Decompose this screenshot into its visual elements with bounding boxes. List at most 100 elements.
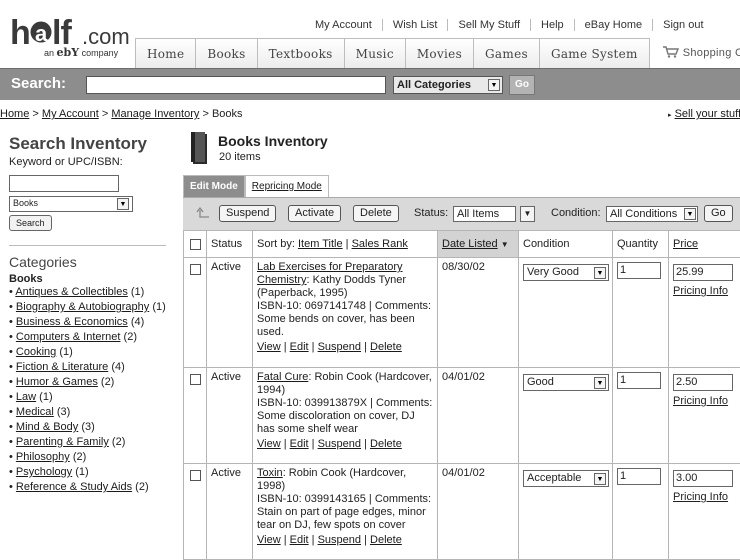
sign-out-link[interactable]: Sign out <box>653 19 713 31</box>
row-price-cell: 25.99 Pricing Info <box>669 258 740 368</box>
sidebar-category-select[interactable]: Books ▼ <box>9 196 133 212</box>
sell-my-stuff-link[interactable]: Sell My Stuff <box>448 19 531 31</box>
ebay-home-link[interactable]: eBay Home <box>575 19 653 31</box>
search-label: Search: <box>11 75 66 92</box>
condition-value: Good <box>527 376 554 388</box>
row-condition-cell: Very Good ▼ <box>519 258 613 368</box>
help-link[interactable]: Help <box>531 19 575 31</box>
search-go-button[interactable]: Go <box>509 75 535 95</box>
tab-music[interactable]: Music <box>344 38 406 68</box>
status-select[interactable]: All Items <box>453 206 516 222</box>
book-icon <box>190 131 210 166</box>
sidebar: Search Inventory Keyword or UPC/ISBN: Bo… <box>9 130 166 543</box>
chevron-down-icon: ▼ <box>594 377 606 389</box>
cart-icon <box>663 46 679 61</box>
sell-your-stuff-link[interactable]: ▸ Sell your stuff <box>668 108 740 120</box>
select-all-checkbox[interactable] <box>190 239 201 250</box>
sidebar-item-antiques[interactable]: • Antiques & Collectibles (1) <box>9 285 166 300</box>
half-com-logo[interactable]: h a lf .com an ebY company <box>10 14 135 62</box>
sidebar-item-law[interactable]: • Law (1) <box>9 390 166 405</box>
suspend-link[interactable]: Suspend <box>318 438 361 450</box>
view-link[interactable]: View <box>257 438 281 450</box>
pricing-info-link[interactable]: Pricing Info <box>673 285 736 297</box>
sidebar-item-business[interactable]: • Business & Economics (4) <box>9 315 166 330</box>
sidebar-item-mind-body[interactable]: • Mind & Body (3) <box>9 420 166 435</box>
edit-link[interactable]: Edit <box>290 341 309 353</box>
my-account-link[interactable]: My Account <box>305 19 383 31</box>
sidebar-item-humor[interactable]: • Humor & Games (2) <box>9 375 166 390</box>
condition-select[interactable]: Acceptable ▼ <box>523 470 609 487</box>
breadcrumb-manage-inventory[interactable]: Manage Inventory <box>111 108 199 120</box>
condition-select[interactable]: Good ▼ <box>523 374 609 391</box>
shopping-cart-link[interactable]: Shopping Cart <box>649 38 740 68</box>
main-nav-tabs: Home Books Textbooks Music Movies Games … <box>135 38 740 68</box>
sidebar-item-cooking[interactable]: • Cooking (1) <box>9 345 166 360</box>
pricing-info-link[interactable]: Pricing Info <box>673 395 736 407</box>
tab-edit-mode[interactable]: Edit Mode <box>183 175 245 197</box>
delete-button[interactable]: Delete <box>353 205 399 222</box>
view-link[interactable]: View <box>257 534 281 546</box>
row-checkbox[interactable] <box>190 264 201 275</box>
activate-button[interactable]: Activate <box>288 205 341 222</box>
sort-sales-rank-link[interactable]: Sales Rank <box>352 238 408 250</box>
price-input[interactable]: 3.00 <box>673 470 733 487</box>
tab-movies[interactable]: Movies <box>405 38 474 68</box>
sidebar-item-psychology[interactable]: • Psychology (1) <box>9 465 166 480</box>
sidebar-item-parenting[interactable]: • Parenting & Family (2) <box>9 435 166 450</box>
price-input[interactable]: 2.50 <box>673 374 733 391</box>
tab-repricing-mode[interactable]: Repricing Mode <box>245 175 329 197</box>
chevron-down-icon: ▼ <box>594 267 606 279</box>
item-title-link[interactable]: Fatal Cure <box>257 371 308 383</box>
view-link[interactable]: View <box>257 341 281 353</box>
sort-descending-icon: ▼ <box>501 240 509 249</box>
sidebar-search-button[interactable]: Search <box>9 215 52 231</box>
edit-link[interactable]: Edit <box>290 534 309 546</box>
sidebar-item-computers[interactable]: • Computers & Internet (2) <box>9 330 166 345</box>
delete-link[interactable]: Delete <box>370 534 402 546</box>
tab-books[interactable]: Books <box>195 38 257 68</box>
header-price[interactable]: Price <box>669 231 740 258</box>
condition-filter-select[interactable]: All Conditions ▼ <box>606 206 698 222</box>
row-checkbox[interactable] <box>190 470 201 481</box>
sidebar-item-biography[interactable]: • Biography & Autobiography (1) <box>9 300 166 315</box>
chevron-down-icon[interactable]: ▼ <box>520 206 535 222</box>
tab-home[interactable]: Home <box>135 38 196 68</box>
condition-select[interactable]: Very Good ▼ <box>523 264 609 281</box>
keyword-input[interactable] <box>9 175 119 192</box>
item-title-link[interactable]: Toxin <box>257 467 283 479</box>
breadcrumb-my-account[interactable]: My Account <box>42 108 99 120</box>
search-category-select[interactable]: All Categories ▼ <box>393 76 503 94</box>
table-header-row: Status Sort by: Item Title | Sales Rank … <box>184 231 740 258</box>
quantity-input[interactable]: 1 <box>617 372 661 389</box>
search-input[interactable] <box>86 76 386 94</box>
row-checkbox[interactable] <box>190 374 201 385</box>
breadcrumb-home[interactable]: Home <box>0 108 29 120</box>
tab-game-system[interactable]: Game System <box>539 38 650 68</box>
price-input[interactable]: 25.99 <box>673 264 733 281</box>
edit-link[interactable]: Edit <box>290 438 309 450</box>
quantity-input[interactable]: 1 <box>617 468 661 485</box>
row-checkbox-cell <box>184 258 207 368</box>
row-date-listed: 04/01/02 <box>438 368 519 464</box>
wish-list-link[interactable]: Wish List <box>383 19 449 31</box>
sidebar-item-reference[interactable]: • Reference & Study Aids (2) <box>9 480 166 495</box>
row-quantity-cell: 1 <box>613 258 669 368</box>
delete-link[interactable]: Delete <box>370 438 402 450</box>
row-status: Active <box>207 464 253 560</box>
suspend-link[interactable]: Suspend <box>318 534 361 546</box>
sidebar-item-fiction[interactable]: • Fiction & Literature (4) <box>9 360 166 375</box>
suspend-button[interactable]: Suspend <box>219 205 276 222</box>
categories-heading: Categories <box>9 245 166 270</box>
sidebar-item-philosophy[interactable]: • Philosophy (2) <box>9 450 166 465</box>
item-isbn-comments: ISBN-10: 039913879X | Comments: Some dis… <box>257 397 432 435</box>
tab-textbooks[interactable]: Textbooks <box>257 38 345 68</box>
suspend-link[interactable]: Suspend <box>318 341 361 353</box>
delete-link[interactable]: Delete <box>370 341 402 353</box>
pricing-info-link[interactable]: Pricing Info <box>673 491 736 503</box>
tab-games[interactable]: Games <box>473 38 540 68</box>
header-date-listed[interactable]: Date Listed ▼ <box>438 231 519 258</box>
sort-item-title-link[interactable]: Item Title <box>298 238 343 250</box>
sidebar-item-medical[interactable]: • Medical (3) <box>9 405 166 420</box>
filter-go-button[interactable]: Go <box>704 205 733 222</box>
quantity-input[interactable]: 1 <box>617 262 661 279</box>
